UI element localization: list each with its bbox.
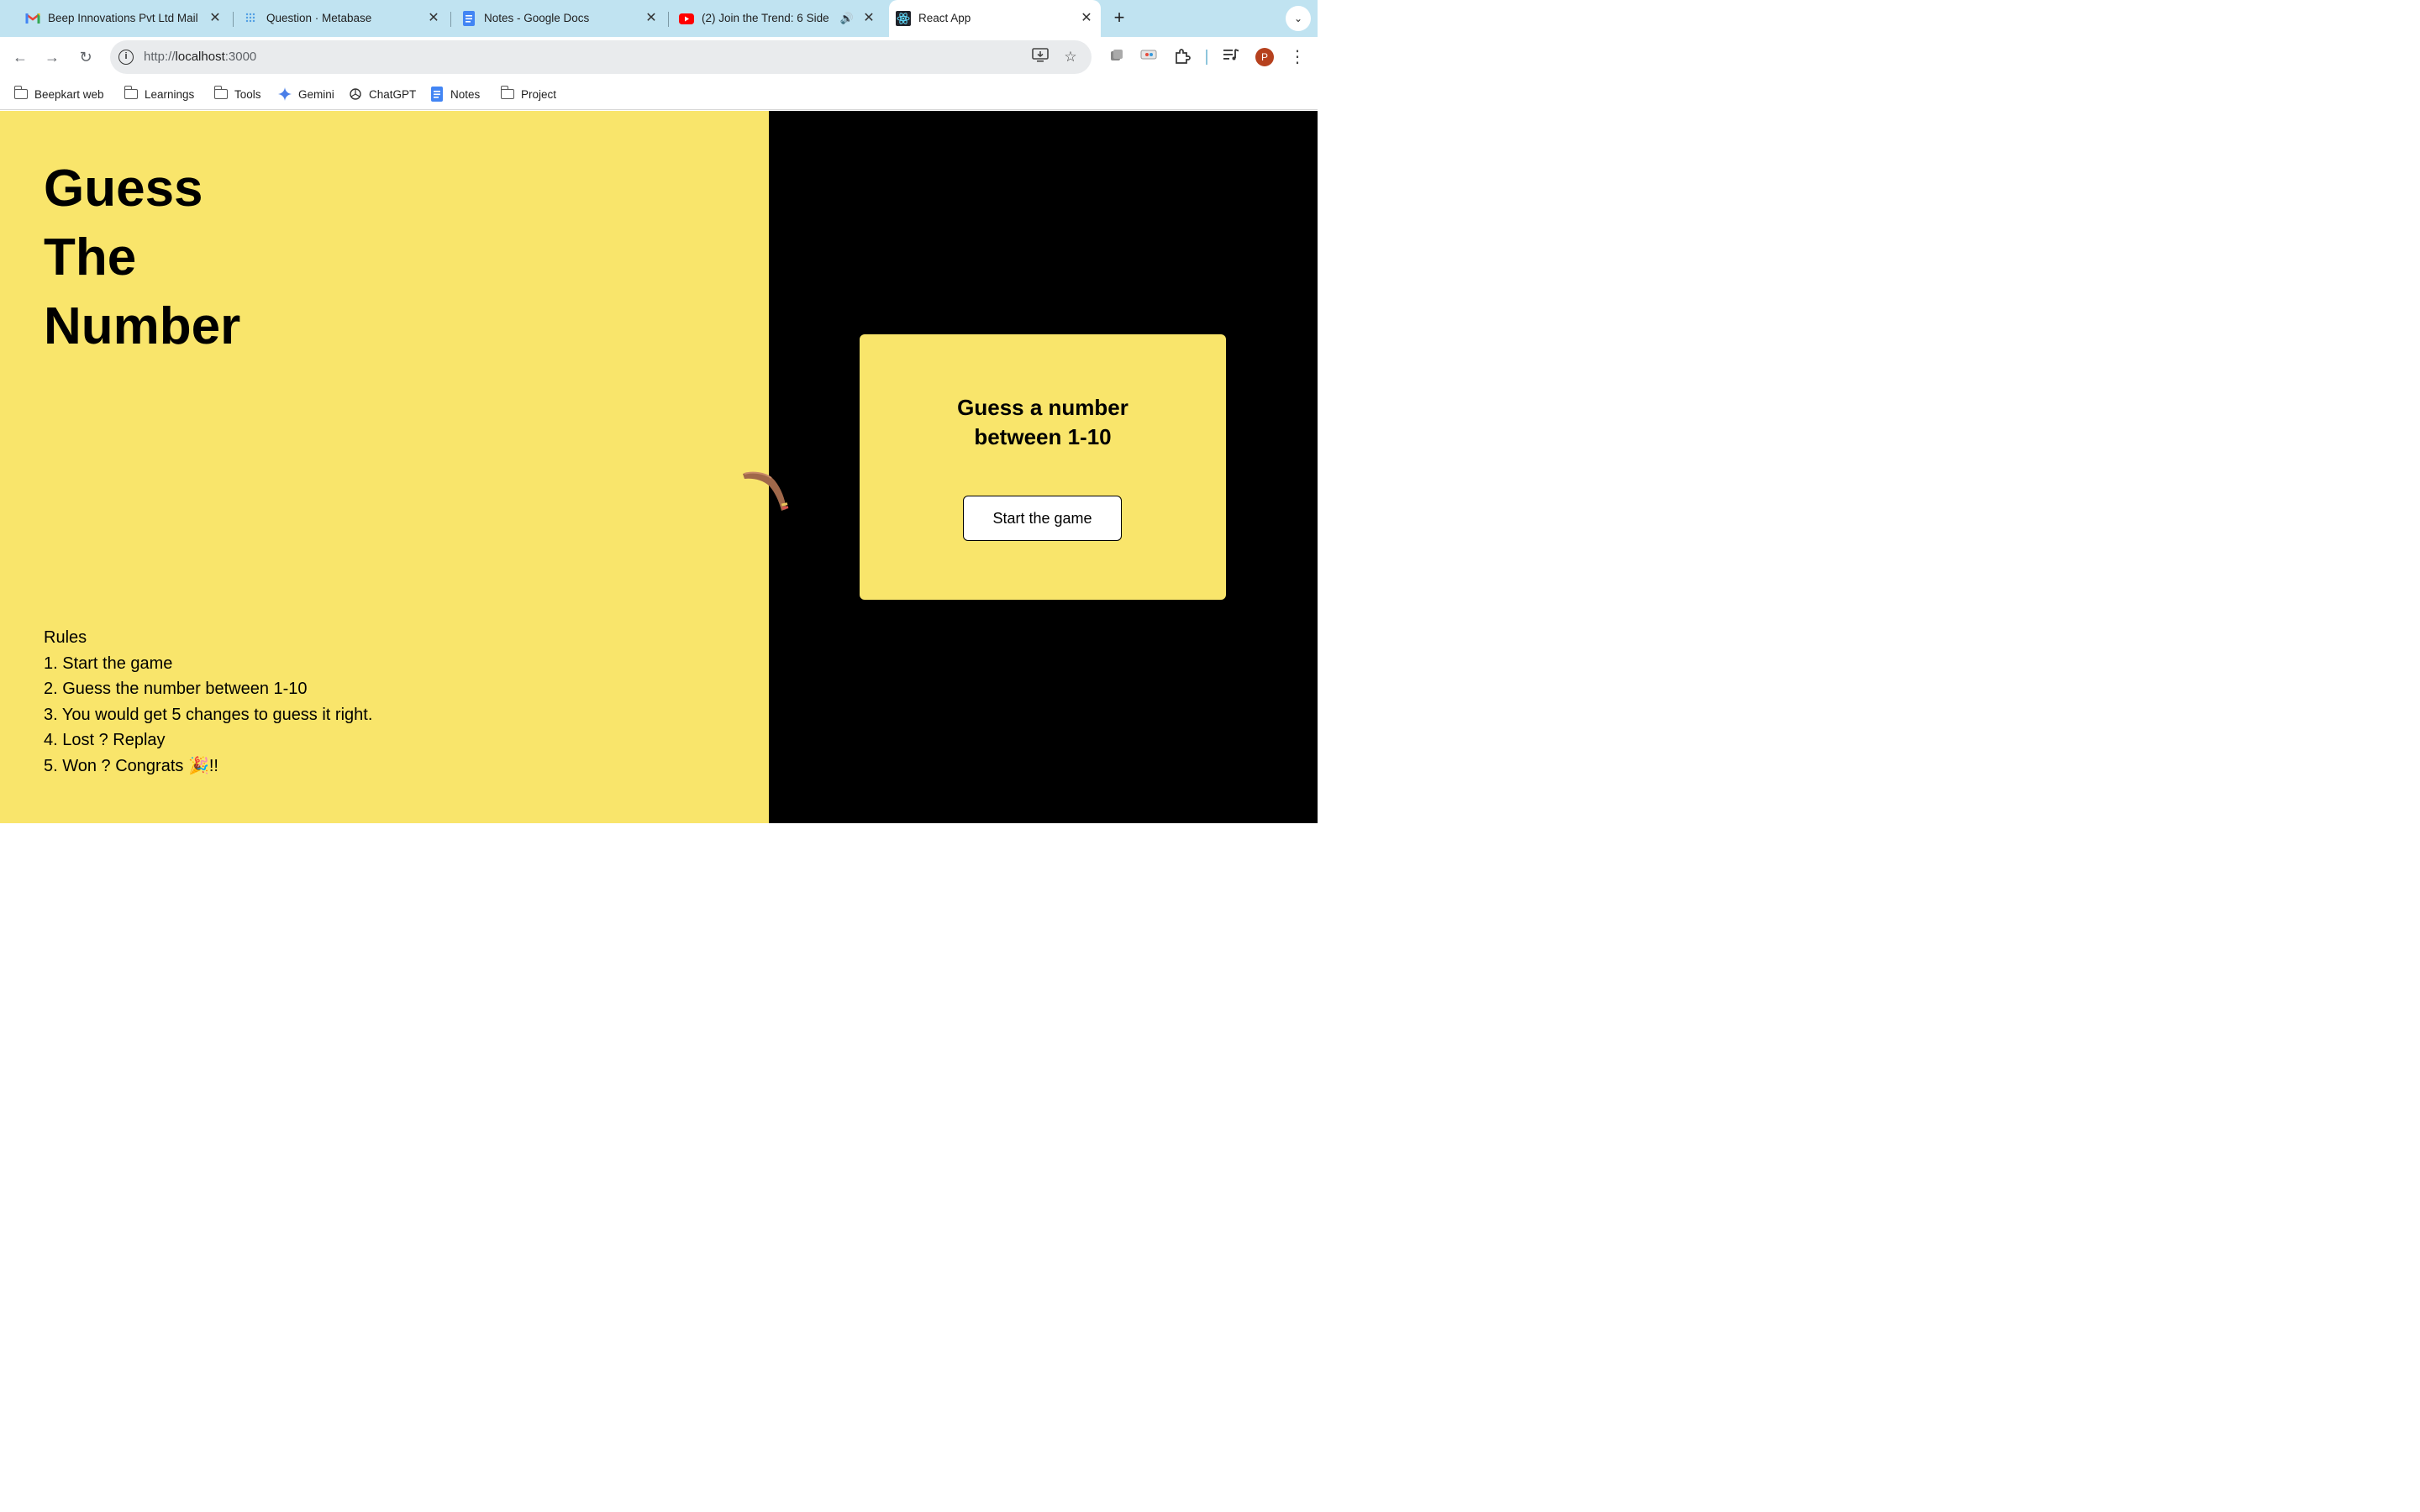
url-port: :3000: [224, 50, 257, 64]
bookmark-label: Learnings: [145, 87, 195, 101]
address-bar[interactable]: i http://localhost:3000 ☆: [110, 40, 1092, 74]
rules-section: Rules 1. Start the game 2. Guess the num…: [44, 625, 372, 779]
extension-icon[interactable]: [1139, 48, 1158, 66]
bookmark-label: Project: [521, 87, 557, 101]
url-text[interactable]: http://localhost:3000: [144, 50, 256, 65]
card-title-line: between 1-10: [974, 424, 1112, 449]
profile-avatar[interactable]: P: [1255, 48, 1274, 66]
game-card: Guess a number between 1-10 Start the ga…: [860, 334, 1226, 600]
tab-strip: Beep Innovations Pvt Ltd Mail ✕ Question…: [0, 0, 1318, 37]
toolbar: ← → ↻ i http://localhost:3000 ☆ P ⋮: [0, 37, 1318, 77]
close-icon[interactable]: ✕: [1078, 10, 1095, 27]
chatgpt-icon: [348, 87, 363, 102]
bookmark-label: Gemini: [298, 87, 334, 101]
bookmark-learnings[interactable]: Learnings: [124, 86, 194, 102]
rule-item: 3. You would get 5 changes to guess it r…: [44, 705, 373, 724]
bookmark-label: Tools: [234, 87, 261, 101]
tab-title: Notes - Google Docs: [484, 12, 590, 24]
bookmark-beepkart-web[interactable]: Beepkart web: [13, 86, 104, 102]
bookmark-notes[interactable]: Notes: [429, 86, 480, 102]
install-app-icon[interactable]: [1031, 48, 1050, 66]
page-title: Guess The Number: [44, 155, 240, 361]
tab-title: (2) Join the Trend: 6 Side: [702, 12, 829, 24]
close-icon[interactable]: ✕: [860, 10, 877, 27]
card-title-line: Guess a number: [957, 395, 1128, 420]
folder-icon: [13, 86, 29, 102]
extension-icon[interactable]: [1107, 48, 1126, 66]
bookmarks-bar: Beepkart web Learnings Tools Gemini Chat…: [0, 77, 1318, 110]
folder-icon: [500, 86, 515, 102]
bookmark-gemini[interactable]: Gemini: [277, 86, 334, 102]
bookmark-tools[interactable]: Tools: [213, 86, 261, 102]
rule-item: 4. Lost ? Replay: [44, 731, 166, 749]
bookmark-project[interactable]: Project: [500, 86, 556, 102]
rules-title: Rules: [44, 628, 87, 647]
card-title: Guess a number between 1-10: [860, 393, 1226, 452]
tab-title: React App: [918, 12, 971, 24]
folder-icon: [124, 86, 139, 102]
tab-react-app[interactable]: React App ✕: [889, 0, 1101, 37]
right-panel: Guess a number between 1-10 Start the ga…: [769, 111, 1318, 823]
url-host: localhost: [175, 50, 225, 64]
google-docs-icon: [461, 11, 476, 26]
tab-google-docs[interactable]: Notes - Google Docs ✕: [436, 0, 668, 37]
more-menu-icon[interactable]: ⋮: [1288, 48, 1307, 66]
site-info-icon[interactable]: i: [118, 50, 134, 65]
url-scheme: http://: [144, 50, 176, 64]
left-panel: Guess The Number Rules 1. Start the game…: [0, 111, 769, 823]
tab-title: Beep Innovations Pvt Ltd Mail: [48, 12, 198, 24]
rule-item: 1. Start the game: [44, 654, 173, 673]
start-game-button[interactable]: Start the game: [963, 496, 1122, 541]
bookmark-label: Notes: [450, 87, 481, 101]
youtube-icon: [679, 11, 694, 26]
title-word: The: [44, 228, 137, 286]
tab-search-chevron-icon[interactable]: ⌄: [1286, 6, 1311, 31]
title-word: Number: [44, 297, 241, 355]
google-docs-icon: [429, 87, 445, 102]
bookmark-label: Beepkart web: [34, 87, 104, 101]
bookmark-star-icon[interactable]: ☆: [1061, 48, 1080, 66]
tab-gmail[interactable]: Beep Innovations Pvt Ltd Mail ✕: [0, 0, 232, 37]
speaker-icon[interactable]: 🔊: [839, 10, 855, 27]
app-page: Guess The Number Rules 1. Start the game…: [0, 111, 1318, 823]
tab-youtube[interactable]: (2) Join the Trend: 6 Side 🔊 ✕: [654, 0, 886, 37]
gmail-icon: [25, 11, 40, 26]
toolbar-divider: [1206, 50, 1207, 65]
new-tab-button[interactable]: +: [1109, 8, 1129, 29]
extensions-puzzle-icon[interactable]: [1173, 48, 1192, 66]
react-icon: [896, 11, 911, 26]
gemini-icon: [277, 87, 292, 102]
bookmark-label: ChatGPT: [369, 87, 417, 101]
tab-metabase[interactable]: Question · Metabase ✕: [218, 0, 450, 37]
metabase-icon: [244, 11, 259, 26]
back-arrow-icon[interactable]: ←: [10, 47, 30, 67]
tab-title: Question · Metabase: [266, 12, 372, 24]
folder-icon: [213, 86, 229, 102]
rule-item: 5. Won ? Congrats 🎉!!: [44, 756, 218, 775]
title-word: Guess: [44, 160, 203, 218]
media-control-icon[interactable]: [1222, 48, 1240, 66]
reload-icon[interactable]: ↻: [76, 47, 96, 67]
forward-arrow-icon[interactable]: →: [42, 47, 62, 67]
rule-item: 2. Guess the number between 1-10: [44, 680, 308, 698]
bookmark-chatgpt[interactable]: ChatGPT: [348, 86, 416, 102]
boomerang-icon: [743, 471, 789, 511]
rules-list: 1. Start the game 2. Guess the number be…: [44, 651, 372, 780]
